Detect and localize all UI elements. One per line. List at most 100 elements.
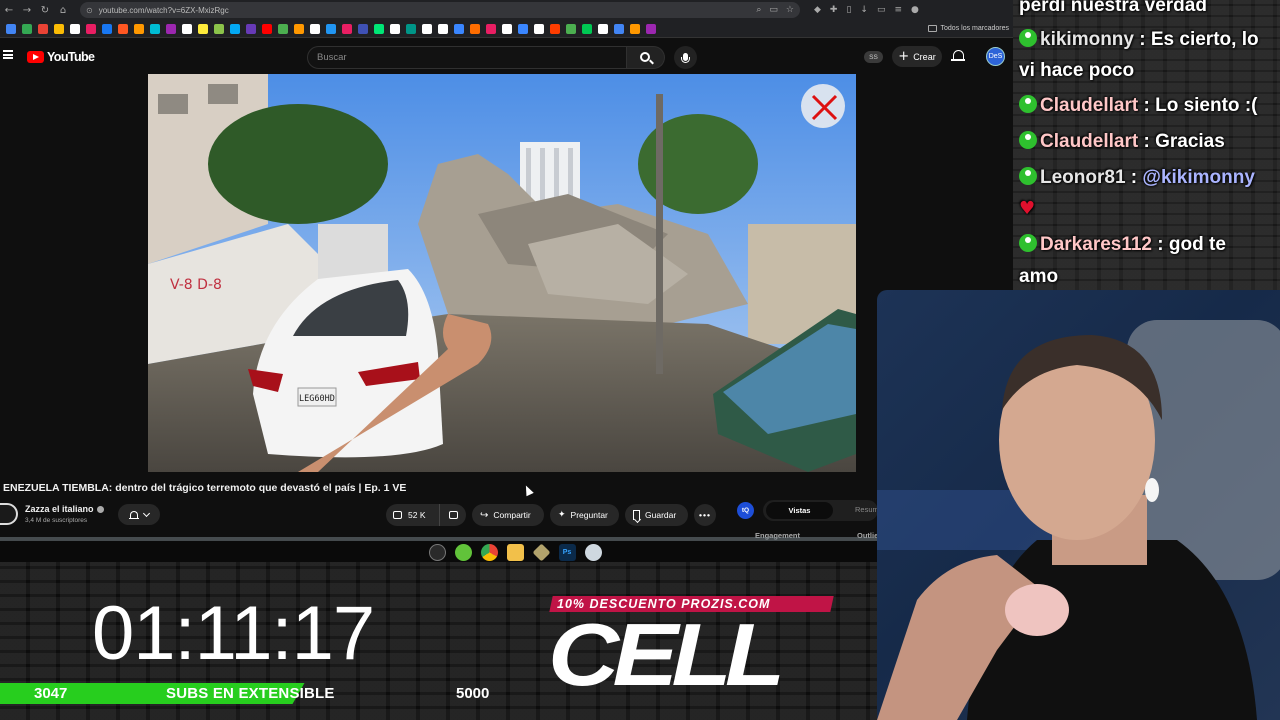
bookmark-favicon-icon[interactable] bbox=[134, 23, 144, 34]
bookmark-favicon-icon[interactable] bbox=[470, 23, 480, 34]
download-icon[interactable]: ↓ bbox=[860, 5, 868, 15]
bookmark-favicon-icon[interactable] bbox=[278, 23, 288, 34]
ask-label: Preguntar bbox=[570, 510, 608, 520]
webcam-feed bbox=[877, 290, 1280, 720]
channel-subscriber-count: 3,4 M de suscriptores bbox=[25, 517, 88, 524]
like-count: 52 K bbox=[408, 510, 426, 520]
subscription-notifications-button[interactable] bbox=[118, 504, 160, 525]
all-bookmarks-button[interactable]: Todos los marcadores bbox=[927, 25, 1009, 32]
cast-icon[interactable]: ▭ bbox=[769, 5, 778, 15]
bookmark-favicon-icon[interactable] bbox=[422, 23, 432, 34]
search-input[interactable]: Buscar bbox=[307, 46, 627, 69]
bookmark-favicon-icon[interactable] bbox=[22, 23, 32, 34]
hamburger-menu-icon[interactable] bbox=[3, 50, 13, 59]
bookmark-favicon-icon[interactable] bbox=[550, 23, 560, 34]
ask-button[interactable]: ✦ Preguntar bbox=[550, 504, 619, 526]
app-icon-2[interactable] bbox=[454, 543, 472, 561]
star-icon[interactable]: ☆ bbox=[786, 5, 794, 15]
analytics-extension-icon[interactable]: tQ bbox=[737, 502, 754, 519]
profile-icon[interactable]: ● bbox=[911, 5, 919, 15]
chat-line: ♥ bbox=[1019, 193, 1035, 225]
zoom-icon[interactable]: ⌕ bbox=[756, 5, 761, 15]
extension-icon[interactable]: ◆ bbox=[814, 5, 821, 15]
bookmark-favicon-icon[interactable] bbox=[646, 23, 656, 34]
voice-search-button[interactable] bbox=[674, 46, 697, 69]
back-icon[interactable]: ← bbox=[0, 1, 18, 19]
extension-puzzle-icon[interactable]: ✚ bbox=[830, 5, 838, 15]
home-icon[interactable]: ⌂ bbox=[54, 1, 72, 19]
bookmark-favicon-icon[interactable] bbox=[598, 23, 608, 34]
bookmark-favicon-icon[interactable] bbox=[166, 23, 176, 34]
account-avatar[interactable]: DeS bbox=[986, 47, 1005, 66]
app-icon-5[interactable] bbox=[531, 542, 551, 562]
youtube-logo[interactable]: YouTube bbox=[27, 50, 95, 64]
save-button[interactable]: Guardar bbox=[625, 504, 688, 526]
bookmark-favicon-icon[interactable] bbox=[310, 23, 320, 34]
mouse-cursor-icon bbox=[522, 483, 534, 497]
share-icon: ↪ bbox=[480, 509, 489, 521]
share-button[interactable]: ↪ Compartir bbox=[472, 504, 544, 526]
bookmark-favicon-icon[interactable] bbox=[582, 23, 592, 34]
user-icon bbox=[1019, 131, 1037, 149]
app-icon-7[interactable] bbox=[584, 543, 602, 561]
tab-vistas[interactable]: Vistas bbox=[766, 502, 833, 519]
create-button[interactable]: + Crear bbox=[892, 46, 942, 67]
bookmark-favicon-icon[interactable] bbox=[118, 23, 128, 34]
bookmark-favicon-icon[interactable] bbox=[54, 23, 64, 34]
chat-mention[interactable]: @kikimonny bbox=[1142, 167, 1255, 188]
menu-lines-icon[interactable]: ≡ bbox=[894, 5, 902, 15]
channel-name-link[interactable]: Zazza el italiano bbox=[25, 504, 104, 514]
sidepanel-icon[interactable]: ▯ bbox=[846, 5, 851, 15]
create-label: Crear bbox=[913, 51, 936, 62]
bookmark-favicon-icon[interactable] bbox=[630, 23, 640, 34]
channel-name: Zazza el italiano bbox=[25, 504, 94, 514]
bookmark-favicon-icon[interactable] bbox=[486, 23, 496, 34]
bookmark-favicon-icon[interactable] bbox=[358, 23, 368, 34]
bookmark-favicon-icon[interactable] bbox=[38, 23, 48, 34]
bookmark-favicon-icon[interactable] bbox=[342, 23, 352, 34]
photoshop-icon[interactable]: Ps bbox=[558, 543, 576, 561]
bookmark-favicon-icon[interactable] bbox=[374, 23, 384, 34]
bookmark-favicon-icon[interactable] bbox=[230, 23, 240, 34]
bookmark-favicon-icon[interactable] bbox=[150, 23, 160, 34]
bookmark-favicon-icon[interactable] bbox=[534, 23, 544, 34]
site-info-icon[interactable]: ⊙ bbox=[86, 6, 93, 15]
forward-icon[interactable]: → bbox=[18, 1, 36, 19]
bookmark-favicon-icon[interactable] bbox=[86, 23, 96, 34]
app-icon-1[interactable] bbox=[428, 543, 446, 561]
search-button[interactable] bbox=[627, 46, 665, 69]
bookmark-favicon-icon[interactable] bbox=[102, 23, 112, 34]
bookmark-favicon-icon[interactable] bbox=[6, 23, 16, 34]
chat-message-text: vi hace poco bbox=[1019, 60, 1135, 81]
notifications-bell-icon[interactable] bbox=[951, 50, 965, 61]
bookmark-favicon-icon[interactable] bbox=[326, 23, 336, 34]
dislike-button[interactable] bbox=[440, 504, 466, 526]
bookmark-favicon-icon[interactable] bbox=[390, 23, 400, 34]
channel-avatar[interactable] bbox=[0, 503, 18, 525]
bookmark-favicon-icon[interactable] bbox=[454, 23, 464, 34]
more-actions-button[interactable]: ••• bbox=[694, 504, 716, 526]
bookmark-favicon-icon[interactable] bbox=[198, 23, 208, 34]
bookmark-favicon-icon[interactable] bbox=[246, 23, 256, 34]
bookmark-favicon-icon[interactable] bbox=[518, 23, 528, 34]
bookmark-favicon-icon[interactable] bbox=[70, 23, 80, 34]
video-player[interactable]: V-8 D-8 LEG60HD bbox=[148, 74, 856, 472]
address-bar[interactable]: ⊙ youtube.com/watch?v=6ZX-MxizRgc ⌕ ▭ ☆ bbox=[80, 2, 800, 18]
bookmark-favicon-icon[interactable] bbox=[406, 23, 416, 34]
bookmark-favicon-icon[interactable] bbox=[182, 23, 192, 34]
ss-extension-badge[interactable]: SS bbox=[864, 51, 883, 63]
chrome-icon[interactable] bbox=[480, 543, 498, 561]
bookmark-favicon-icon[interactable] bbox=[614, 23, 624, 34]
bookmark-favicon-icon[interactable] bbox=[294, 23, 304, 34]
bookmark-favicon-icon[interactable] bbox=[438, 23, 448, 34]
analytics-side-panel: tQ Vistas Resumen Engagement Outlie bbox=[728, 496, 887, 540]
tabs-icon[interactable]: ▭ bbox=[877, 5, 886, 15]
folder-icon[interactable] bbox=[506, 543, 524, 561]
bookmark-favicon-icon[interactable] bbox=[262, 23, 272, 34]
bookmark-favicon-icon[interactable] bbox=[502, 23, 512, 34]
bookmark-favicon-icon[interactable] bbox=[566, 23, 576, 34]
search-icon bbox=[639, 51, 650, 62]
like-button[interactable]: 52 K bbox=[386, 504, 440, 526]
bookmark-favicon-icon[interactable] bbox=[214, 23, 224, 34]
reload-icon[interactable]: ↻ bbox=[36, 1, 54, 19]
